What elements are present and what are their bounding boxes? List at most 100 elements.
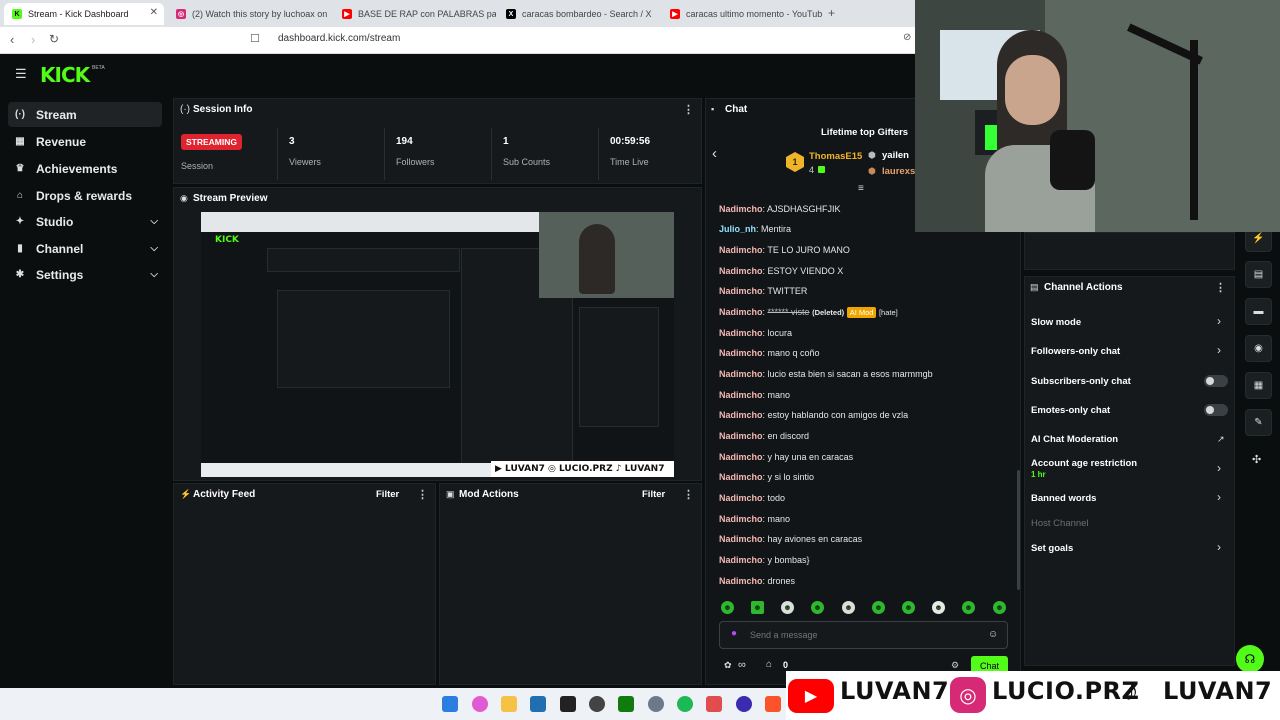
menu-icon[interactable]: ☰ <box>15 66 27 82</box>
emote-icon[interactable]: ☻ <box>721 601 734 614</box>
close-tab-icon[interactable]: ✕ <box>150 7 158 18</box>
emote-icon[interactable]: ☻ <box>902 601 915 614</box>
sidebar-item-stream[interactable]: (·) Stream <box>8 102 162 127</box>
gifter-name[interactable]: laurexs <box>882 166 915 177</box>
copilot-icon[interactable] <box>472 696 488 712</box>
collapse-icon[interactable]: ≡ <box>858 183 864 194</box>
gifter-name[interactable]: yailen <box>882 150 909 161</box>
points-icon[interactable]: ✿ <box>724 660 732 671</box>
chat-message: Nadimcho: todo <box>719 493 786 503</box>
wrench-icon[interactable]: ✎ <box>1245 409 1272 436</box>
sidebar-item-label: Studio <box>36 214 74 229</box>
followers-only-row[interactable]: Followers-only chat <box>1031 346 1120 357</box>
layout-icon[interactable]: ▦ <box>1245 372 1272 399</box>
brave-icon[interactable] <box>765 696 781 712</box>
broadcast-icon: (·) <box>15 109 25 120</box>
browser-tab-kick[interactable]: K Stream - Kick Dashboard ✕ <box>4 3 164 25</box>
windows-start-icon[interactable] <box>442 696 458 712</box>
sidebar-item-studio[interactable]: ✦ Studio ⌵ <box>8 209 162 234</box>
chevron-right-icon[interactable]: › <box>1217 490 1221 504</box>
chat-message-input[interactable] <box>750 627 950 643</box>
account-age-row[interactable]: Account age restriction <box>1031 458 1137 469</box>
chevron-right-icon[interactable]: › <box>1217 461 1221 475</box>
chevron-down-icon[interactable]: ⌵ <box>150 269 158 280</box>
subscribers-only-toggle[interactable] <box>1204 375 1228 387</box>
chevron-right-icon[interactable]: › <box>1217 343 1221 357</box>
ai-chat-moderation-row[interactable]: AI Chat Moderation <box>1031 434 1118 445</box>
filter-button[interactable]: Filter <box>642 489 665 500</box>
sidebar-item-achievements[interactable]: ♛ Achievements <box>8 156 162 181</box>
gifter-name[interactable]: ThomasE15 <box>809 151 862 162</box>
spotify-icon[interactable] <box>677 696 693 712</box>
mute-icon[interactable]: ⊘ <box>903 32 911 43</box>
set-goals-row[interactable]: Set goals <box>1031 543 1073 554</box>
chevron-down-icon[interactable]: ⌵ <box>150 243 158 254</box>
emote-icon[interactable]: ☻ <box>811 601 824 614</box>
sidebar-item-settings[interactable]: ✱ Settings ⌵ <box>8 262 162 287</box>
emote-icon[interactable]: ☻ <box>751 601 764 614</box>
app-icon[interactable] <box>706 696 722 712</box>
browser-tab-youtube-rap[interactable]: ▶ BASE DE RAP con PALABRAS par <box>334 3 496 25</box>
emotes-only-toggle[interactable] <box>1204 404 1228 416</box>
broadcast-icon[interactable]: ◉ <box>1245 335 1272 362</box>
xbox-icon[interactable] <box>618 696 634 712</box>
emote-icon[interactable]: ☻ <box>962 601 975 614</box>
chat-message: Nadimcho: estoy hablando con amigos de v… <box>719 410 909 420</box>
browser-tab-x-search[interactable]: X caracas bombardeo - Search / X <box>498 3 660 25</box>
browser-tab-instagram[interactable]: ◎ (2) Watch this story by luchoax on Ins <box>168 3 330 25</box>
filter-button[interactable]: Filter <box>376 489 399 500</box>
sidebar-item-channel[interactable]: ▮ Channel ⌵ <box>8 236 162 261</box>
new-tab-button[interactable]: + <box>828 6 835 20</box>
chat-settings-icon[interactable]: ⚙ <box>951 660 959 671</box>
stat-value: 3 <box>289 136 295 147</box>
emoji-picker-icon[interactable]: ☺ <box>988 629 998 640</box>
microphone-icon[interactable]: ● <box>731 628 737 639</box>
more-options-icon[interactable]: ⋮ <box>683 103 694 116</box>
shield-icon: ▣ <box>446 489 455 499</box>
chevron-right-icon[interactable]: › <box>1217 314 1221 328</box>
url-field[interactable]: dashboard.kick.com/stream <box>278 33 400 44</box>
external-link-icon[interactable]: ↗ <box>1217 434 1225 445</box>
chevron-right-icon[interactable]: › <box>1217 540 1221 554</box>
app-icon[interactable] <box>736 696 752 712</box>
bookmark-icon[interactable]: ☐ <box>250 32 260 45</box>
forward-icon[interactable]: › <box>31 32 35 47</box>
more-options-icon[interactable]: ⋮ <box>1215 281 1226 294</box>
emote-icon[interactable]: ☻ <box>781 601 794 614</box>
youtube-favicon-icon: ▶ <box>342 9 352 19</box>
obs-icon[interactable] <box>589 696 605 712</box>
sidebar-item-drops[interactable]: ⌂ Drops & rewards <box>8 183 162 208</box>
reload-icon[interactable]: ↻ <box>49 32 59 46</box>
store-icon[interactable] <box>530 696 546 712</box>
store-icon[interactable]: ⌂ <box>766 659 772 670</box>
emote-icon[interactable]: ☻ <box>842 601 855 614</box>
sidebar-item-revenue[interactable]: ▦ Revenue <box>8 129 162 154</box>
support-icon[interactable]: ☊ <box>1236 645 1264 673</box>
emote-icon[interactable]: ☻ <box>993 601 1006 614</box>
back-icon[interactable]: ‹ <box>10 32 14 47</box>
kick-app-icon[interactable] <box>560 696 576 712</box>
chat-bubble-icon[interactable]: ▬ <box>1245 298 1272 325</box>
chevron-down-icon[interactable]: ⌵ <box>150 216 158 227</box>
chat-message: Nadimcho: mano <box>719 514 791 524</box>
browser-tab-youtube-caracas[interactable]: ▶ caracas ultimo momento - YouTube <box>662 3 822 25</box>
session-label: Session <box>181 161 214 171</box>
more-options-icon[interactable]: ⋮ <box>683 488 694 501</box>
document-icon[interactable]: ▤ <box>1245 261 1272 288</box>
gift-icon: ⌂ <box>16 190 24 201</box>
slow-mode-row[interactable]: Slow mode <box>1031 317 1081 328</box>
chevron-left-icon[interactable]: ‹ <box>712 145 717 162</box>
settings-icon[interactable] <box>648 696 664 712</box>
app-header <box>0 54 915 96</box>
stream-preview-video[interactable]: KICK ▶ LUVAN7 ◎ LUCIO.PRZ ♪ LUVAN7 <box>201 212 674 477</box>
chat-scrollbar[interactable] <box>1017 470 1020 590</box>
emote-icon[interactable]: ☻ <box>932 601 945 614</box>
file-explorer-icon[interactable] <box>501 696 517 712</box>
stat-label: Viewers <box>289 157 321 167</box>
chat-message: Nadimcho: AJSDHASGHFJIK <box>719 204 841 214</box>
share-icon[interactable]: ✣ <box>1252 453 1261 466</box>
kick-logo[interactable]: KICK <box>40 63 90 87</box>
more-options-icon[interactable]: ⋮ <box>417 488 428 501</box>
banned-words-row[interactable]: Banned words <box>1031 493 1096 504</box>
emote-icon[interactable]: ☻ <box>872 601 885 614</box>
